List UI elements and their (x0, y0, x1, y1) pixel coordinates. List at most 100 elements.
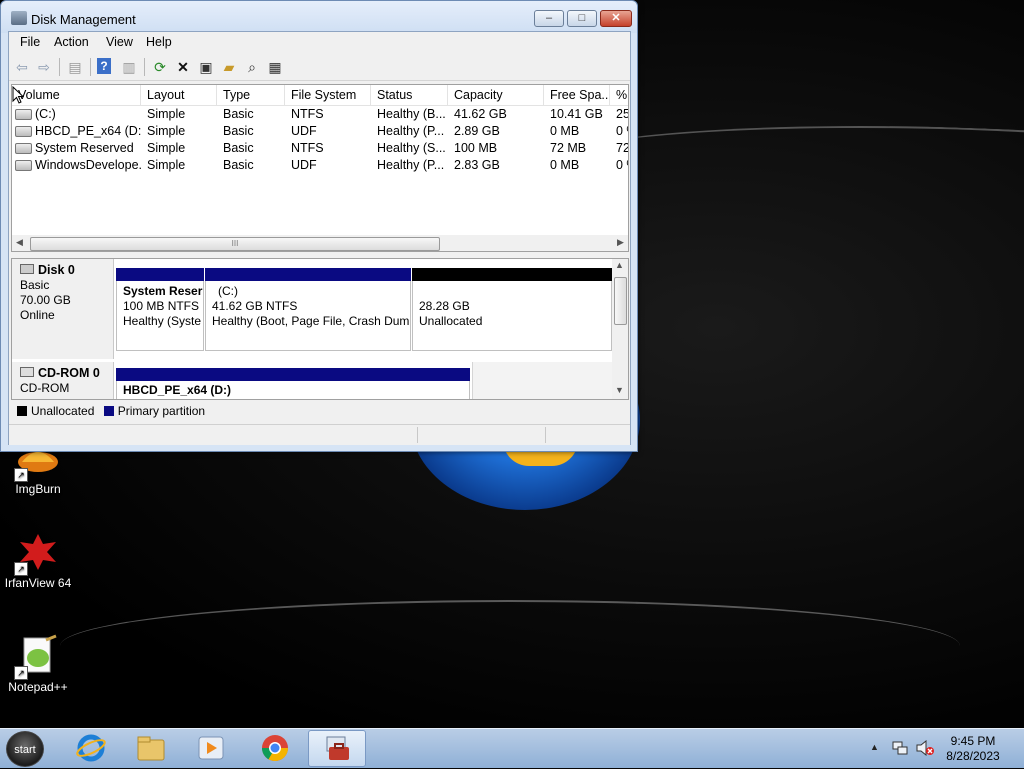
partition-unallocated[interactable]: 28.28 GB Unallocated (412, 268, 612, 351)
maximize-button[interactable]: □ (567, 10, 597, 27)
disk-0-info[interactable]: Disk 0 Basic 70.00 GB Online (12, 259, 114, 359)
scroll-left-arrow-icon[interactable]: ◀ (16, 237, 23, 248)
column-layout[interactable]: Layout (141, 85, 217, 105)
menu-action[interactable]: Action (54, 35, 89, 49)
toolbar-separator (144, 58, 145, 76)
disk-0-size: 70.00 GB (20, 293, 71, 307)
cell-volume: System Reserved (35, 141, 134, 155)
window-title: Disk Management (31, 12, 136, 27)
show-pane-icon[interactable]: ▥ (120, 58, 138, 76)
column-status[interactable]: Status (371, 85, 448, 105)
cell-type: Basic (223, 158, 254, 172)
wallpaper-swoosh (60, 600, 960, 692)
search-icon[interactable]: ⌕ (243, 58, 261, 76)
console-tree-icon[interactable]: ▤ (66, 58, 84, 76)
volume-icon (15, 126, 32, 138)
partition-hbcd-d[interactable]: HBCD_PE_x64 (D:) (116, 368, 470, 399)
menu-help[interactable]: Help (146, 35, 172, 49)
partition-title: System Reser (123, 284, 203, 298)
table-row[interactable]: HBCD_PE_x64 (D:) Simple Basic UDF Health… (12, 123, 628, 140)
cdrom-icon (20, 367, 34, 377)
media-player-icon (196, 734, 226, 762)
column-capacity[interactable]: Capacity (448, 85, 544, 105)
taskbar-computer-management[interactable] (308, 730, 366, 767)
partition-system-reserved[interactable]: System Reser 100 MB NTFS Healthy (Syste (116, 268, 204, 351)
internet-explorer-icon (76, 734, 106, 762)
cell-status: Healthy (P... (377, 124, 445, 138)
volume-list: Volume Layout Type File System Status Ca… (11, 84, 629, 252)
toolbar-separator (59, 58, 60, 76)
chrome-icon (260, 734, 290, 762)
scroll-right-arrow-icon[interactable]: ▶ (617, 237, 624, 248)
vertical-scroll-thumb[interactable] (614, 277, 627, 325)
cell-percent-free: 72 (616, 141, 629, 155)
taskbar-internet-explorer[interactable] (62, 730, 120, 767)
volume-icon (15, 143, 32, 155)
cdrom-0-info[interactable]: CD-ROM 0 CD-ROM (12, 362, 114, 399)
shortcut-arrow-icon: ↗ (14, 468, 28, 482)
desktop-icon-irfanview[interactable]: ↗ IrfanView 64 (0, 530, 76, 590)
disk-icon (20, 264, 34, 274)
open-icon[interactable]: ▰ (220, 58, 238, 76)
window-client-area: File Action View Help ⇦ ⇨ ▤ ? ▥ ⟳ ✕ ▣ ▰ … (8, 31, 631, 445)
network-icon[interactable] (892, 740, 908, 756)
title-bar[interactable]: Disk Management – □ ✕ (1, 1, 637, 33)
column-percent-free[interactable]: % F (610, 85, 628, 105)
taskbar-chrome[interactable] (246, 730, 304, 767)
cell-status: Healthy (P... (377, 158, 445, 172)
taskbar-file-explorer[interactable] (122, 730, 180, 767)
notepadpp-icon: ↗ (14, 634, 60, 680)
table-row[interactable]: (C:) Simple Basic NTFS Healthy (B... 41.… (12, 106, 628, 123)
help-icon[interactable]: ? (97, 58, 111, 74)
disk-graphical-view: Disk 0 Basic 70.00 GB Online System Rese… (11, 258, 629, 400)
disk-0-name: Disk 0 (38, 263, 75, 277)
clock-time: 9:45 PM (950, 734, 996, 748)
desktop-icon-notepadpp[interactable]: ↗ Notepad++ (0, 634, 76, 694)
legend: Unallocated Primary partition (11, 402, 629, 420)
column-volume[interactable]: Volume (12, 85, 141, 105)
partition-size: 41.62 GB NTFS (212, 299, 298, 313)
menu-view[interactable]: View (106, 35, 133, 49)
cell-free-space: 0 MB (550, 124, 580, 138)
table-row[interactable]: System Reserved Simple Basic NTFS Health… (12, 140, 628, 157)
cell-volume: HBCD_PE_x64 (D:) (35, 124, 141, 138)
desktop-icon-label: IrfanView 64 (4, 576, 72, 590)
minimize-button[interactable]: – (534, 10, 564, 27)
vertical-scrollbar[interactable]: ▲ ▼ (612, 259, 628, 399)
scroll-down-arrow-icon[interactable]: ▼ (615, 385, 624, 395)
refresh-icon[interactable]: ⟳ (151, 58, 169, 76)
table-row[interactable]: WindowsDevelope... Simple Basic UDF Heal… (12, 157, 628, 174)
legend-unallocated-swatch (17, 406, 27, 416)
cell-capacity: 100 MB (454, 141, 498, 155)
back-arrow-icon[interactable]: ⇦ (13, 58, 31, 76)
cell-status: Healthy (S... (377, 141, 446, 155)
properties-icon[interactable]: ▣ (197, 58, 215, 76)
partition-title: HBCD_PE_x64 (D:) (123, 383, 232, 397)
rescan-icon[interactable]: ▦ (266, 58, 284, 76)
close-button[interactable]: ✕ (600, 10, 632, 27)
toolbar: ⇦ ⇨ ▤ ? ▥ ⟳ ✕ ▣ ▰ ⌕ ▦ (9, 54, 630, 81)
delete-icon[interactable]: ✕ (174, 58, 192, 76)
menu-file[interactable]: File (20, 35, 40, 49)
cell-capacity: 2.83 GB (454, 158, 500, 172)
column-file-system[interactable]: File System (285, 85, 371, 105)
scroll-up-arrow-icon[interactable]: ▲ (615, 260, 624, 270)
horizontal-scroll-thumb[interactable]: III (30, 237, 440, 251)
taskbar-clock[interactable]: 9:45 PM 8/28/2023 (936, 734, 1010, 764)
taskbar-media-player[interactable] (182, 730, 240, 767)
cell-layout: Simple (147, 107, 186, 121)
cell-percent-free: 0 % (616, 124, 628, 138)
show-hidden-icons-button[interactable]: ▲ (870, 742, 879, 752)
status-bar-separator (417, 427, 418, 443)
start-button[interactable]: start (6, 731, 44, 767)
horizontal-scrollbar[interactable]: ◀ III ▶ (12, 235, 628, 251)
forward-arrow-icon[interactable]: ⇨ (35, 58, 53, 76)
partition-c-drive[interactable]: (C:) 41.62 GB NTFS Healthy (Boot, Page F… (205, 268, 411, 351)
volume-muted-icon[interactable] (916, 739, 934, 757)
computer-management-icon (323, 735, 353, 763)
column-type[interactable]: Type (217, 85, 285, 105)
column-free-space[interactable]: Free Spa... (544, 85, 610, 105)
cell-layout: Simple (147, 141, 186, 155)
cell-volume: WindowsDevelope... (35, 158, 141, 172)
legend-primary-swatch (103, 406, 114, 416)
